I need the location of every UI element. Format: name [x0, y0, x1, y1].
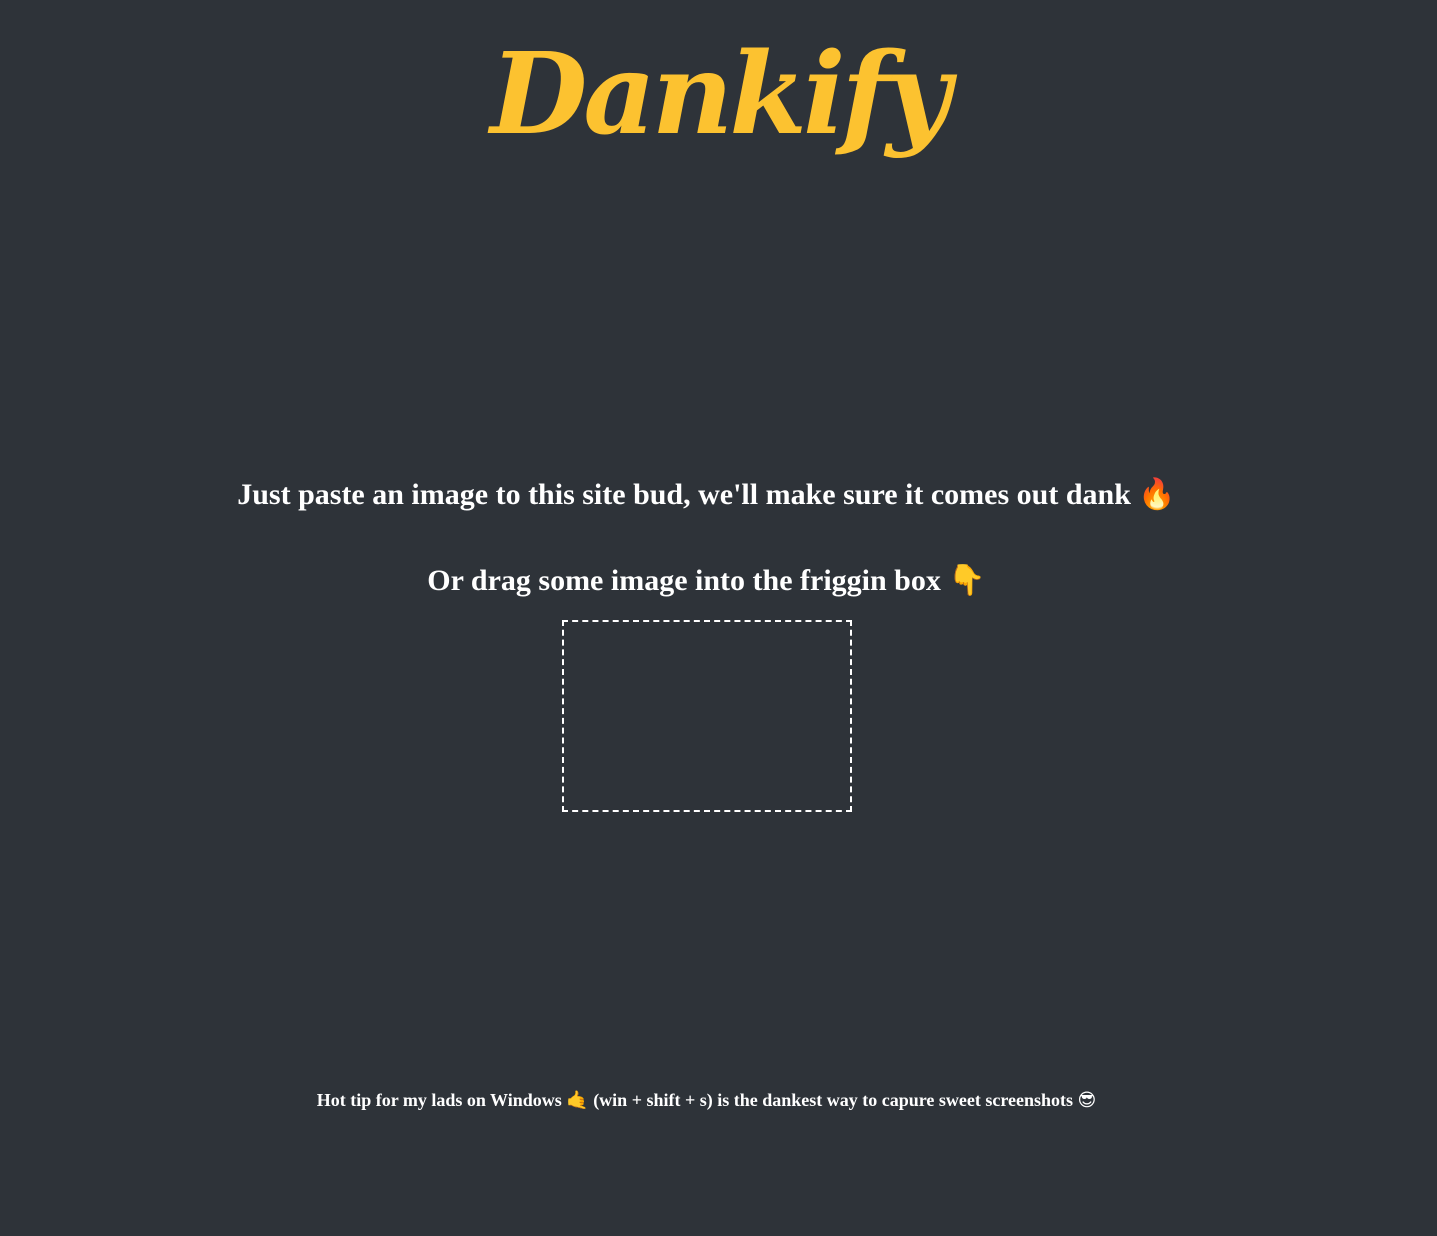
call-me-hand-icon: 🤙 — [566, 1090, 589, 1111]
paste-instruction-text: Just paste an image to this site bud, we… — [237, 478, 1131, 511]
dankify-logo: Dankify — [490, 29, 951, 160]
pointing-down-icon: 👇 — [948, 563, 986, 598]
sunglasses-face-icon: 😎 — [1077, 1090, 1097, 1111]
tip-prefix: Hot tip for my lads on Windows — [316, 1090, 562, 1110]
paste-instruction: Just paste an image to this site bud, we… — [0, 475, 1425, 515]
image-drop-zone[interactable] — [562, 620, 852, 812]
tip-suffix: (win + shift + s) is the dankest way to … — [593, 1090, 1074, 1110]
fire-icon: 🔥 — [1138, 477, 1176, 512]
windows-screenshot-tip: Hot tip for my lads on Windows 🤙 (win + … — [0, 1088, 1425, 1113]
drag-instruction-text: Or drag some image into the friggin box — [427, 564, 941, 597]
drag-instruction: Or drag some image into the friggin box … — [0, 561, 1425, 601]
